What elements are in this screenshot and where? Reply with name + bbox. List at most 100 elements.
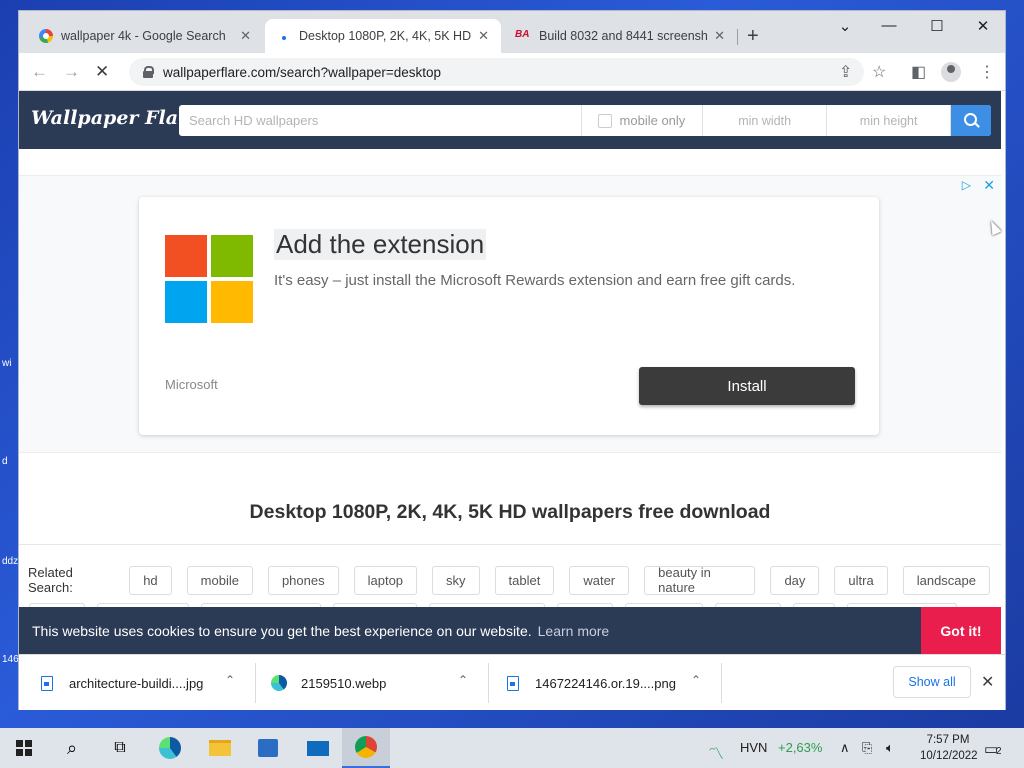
tab-wallpaperflare[interactable]: Desktop 1080P, 2K, 4K, 5K HD wallpapers … (265, 19, 501, 53)
download-filename: 2159510.webp (301, 675, 387, 691)
related-tag[interactable]: mobile (186, 565, 253, 595)
chevron-up-icon[interactable]: ∧ (840, 740, 850, 756)
stock-name[interactable]: HVN (740, 740, 767, 755)
min-width-input[interactable] (703, 105, 828, 136)
profile-avatar-icon[interactable] (941, 62, 961, 82)
address-bar[interactable]: wallpaperflare.com/search?wallpaper=desk… (129, 58, 864, 86)
chevron-up-icon[interactable]: ⌃ (225, 673, 235, 687)
got-it-button[interactable]: Got it! (921, 607, 1001, 654)
url-text[interactable]: wallpaperflare.com/search?wallpaper=desk… (163, 65, 441, 80)
related-search: Related Search: hd mobile phones laptop sky t… (28, 565, 1005, 595)
show-all-button[interactable]: Show all (893, 666, 971, 698)
tab-separator (737, 29, 738, 45)
related-tag[interactable]: beauty in nature (644, 565, 756, 595)
download-filename: architecture-buildi....jpg (69, 675, 204, 691)
tab-strip: wallpaper 4k - Google Search ✕ Desktop 1… (19, 11, 1005, 53)
download-item[interactable]: 1467224146.or.19....png (507, 663, 676, 703)
share-icon[interactable]: ⇪ (839, 62, 852, 82)
store-icon[interactable] (244, 728, 292, 768)
related-tag[interactable]: ultra (834, 565, 888, 595)
ad-title[interactable]: Add the extension (274, 229, 487, 260)
related-tag[interactable]: phones (267, 565, 339, 595)
site-logo[interactable]: Wallpaper Flare (31, 107, 200, 129)
ad-card[interactable]: Add the extension It's easy – just insta… (139, 197, 879, 435)
ad-container: ▷ ✕ Add the extension It's easy – just i… (19, 175, 1001, 453)
min-height-input[interactable] (827, 105, 952, 136)
stock-change[interactable]: +2,63% (778, 740, 822, 755)
mobile-only-label: mobile only (619, 113, 686, 128)
mail-icon[interactable] (294, 728, 342, 768)
divider (255, 663, 256, 703)
stock-trend-icon[interactable]: 〽 (708, 740, 724, 764)
chrome-taskbar-icon[interactable] (342, 728, 390, 768)
clock-date: 10/12/2022 (920, 750, 978, 762)
microsoft-logo-icon (165, 235, 253, 323)
chevron-up-icon[interactable]: ⌃ (458, 673, 468, 687)
tab-build-screenshots[interactable]: BA Build 8032 and 8441 screenshot ✕ (503, 19, 737, 53)
site-header: Wallpaper Flare mobile only (19, 91, 1001, 149)
adchoices-icon[interactable]: ▷ (962, 178, 971, 192)
close-icon[interactable]: ✕ (240, 28, 251, 44)
divider (488, 663, 489, 703)
menu-kebab-icon[interactable]: ⋮ (979, 62, 995, 82)
divider (19, 544, 1001, 545)
download-filename: 1467224146.or.19....png (535, 675, 676, 691)
start-button[interactable] (0, 728, 48, 768)
search-input[interactable] (179, 105, 582, 136)
tab-title: Desktop 1080P, 2K, 4K, 5K HD wallpapers (299, 29, 472, 43)
cookie-text: This website uses cookies to ensure you … (32, 622, 532, 639)
ad-description: It's easy – just install the Microsoft R… (274, 272, 796, 289)
minimize-icon[interactable]: — (869, 17, 909, 34)
image-file-icon (507, 675, 519, 691)
ad-close-icon[interactable]: ✕ (983, 177, 995, 194)
chevron-up-icon[interactable]: ⌃ (691, 673, 701, 687)
side-panel-icon[interactable]: ◧ (911, 62, 926, 82)
network-icon[interactable]: ⎘ (862, 740, 872, 756)
desktop-icon-label: 146 (2, 654, 19, 665)
search-button[interactable] (951, 105, 991, 136)
image-file-icon (41, 675, 53, 691)
mobile-only-checkbox[interactable] (597, 113, 612, 128)
tab-title: wallpaper 4k - Google Search (61, 29, 226, 43)
mobile-only-toggle[interactable]: mobile only (582, 105, 704, 136)
clock[interactable]: 7:57 PM 10/12/2022 (920, 732, 978, 764)
volume-icon[interactable]: 🔈︎ (886, 740, 894, 756)
close-icon[interactable]: ✕ (714, 28, 725, 44)
related-tag[interactable]: tablet (494, 565, 555, 595)
related-tag[interactable]: landscape (902, 565, 990, 595)
loading-icon (277, 29, 291, 43)
desktop-edge: wi d ddz 146 (0, 0, 19, 710)
web-page: Wallpaper Flare mobile only ▷ ✕ Add the … (19, 91, 1005, 654)
close-icon[interactable]: ✕ (478, 28, 489, 44)
tab-search-chevron-icon[interactable]: ⌄ (825, 17, 865, 35)
close-shelf-icon[interactable]: ✕ (981, 672, 994, 692)
download-item[interactable]: architecture-buildi....jpg (41, 663, 203, 703)
windows-logo-icon (16, 740, 32, 756)
stop-loading-icon[interactable]: ✕ (95, 62, 109, 82)
learn-more-link[interactable]: Learn more (538, 623, 610, 639)
close-window-icon[interactable]: ✕ (963, 17, 1003, 35)
tab-google-search[interactable]: wallpaper 4k - Google Search ✕ (27, 19, 263, 53)
related-tag[interactable]: laptop (353, 565, 418, 595)
new-tab-icon[interactable]: + (747, 25, 759, 48)
desktop-icon-label: wi (2, 358, 12, 369)
clock-time: 7:57 PM (926, 734, 970, 746)
lock-icon[interactable] (143, 66, 154, 78)
desktop-icon-label: d (2, 456, 8, 467)
related-search-label: Related Search: (28, 565, 73, 595)
related-tag[interactable]: day (770, 565, 820, 595)
task-view-icon[interactable]: ⧉ (96, 728, 144, 768)
edge-taskbar-icon[interactable] (146, 728, 194, 768)
file-explorer-icon[interactable] (196, 728, 244, 768)
related-tag[interactable]: water (569, 565, 630, 595)
related-tag[interactable]: sky (432, 565, 480, 595)
maximize-icon[interactable]: ☐ (917, 17, 957, 35)
search-icon[interactable]: ⌕ (48, 728, 96, 768)
install-button[interactable]: Install (639, 367, 855, 405)
download-item[interactable]: 2159510.webp (271, 663, 386, 703)
bookmark-star-icon[interactable]: ☆ (872, 62, 886, 82)
back-icon[interactable]: ← (31, 62, 48, 82)
related-tag[interactable]: hd (129, 565, 172, 595)
windows-taskbar: ⌕ ⧉ 〽 HVN +2,63% ∧ ⎘ 🔈︎ 7:57 PM 10/12/20… (0, 728, 1024, 768)
forward-icon[interactable]: → (63, 62, 80, 82)
